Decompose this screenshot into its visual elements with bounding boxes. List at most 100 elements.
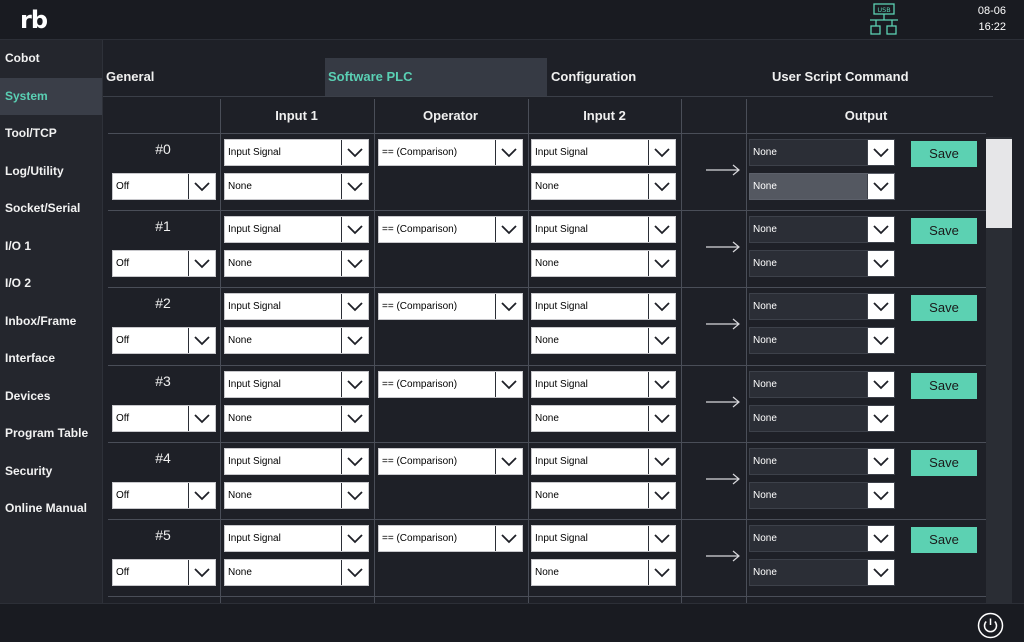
chevron-down-icon[interactable]: [867, 526, 894, 551]
operator-select[interactable]: == (Comparison): [378, 139, 523, 166]
input1-value-select[interactable]: None: [224, 405, 369, 432]
chevron-down-icon[interactable]: [648, 174, 675, 199]
chevron-down-icon[interactable]: [495, 294, 522, 319]
input1-value-select[interactable]: None: [224, 482, 369, 509]
chevron-down-icon[interactable]: [648, 560, 675, 585]
enable-select[interactable]: Off: [112, 559, 216, 586]
chevron-down-icon[interactable]: [495, 449, 522, 474]
chevron-down-icon[interactable]: [648, 328, 675, 353]
enable-select[interactable]: Off: [112, 482, 216, 509]
save-button[interactable]: Save: [911, 373, 977, 399]
chevron-down-icon[interactable]: [495, 217, 522, 242]
chevron-down-icon[interactable]: [341, 526, 368, 551]
save-button[interactable]: Save: [911, 218, 977, 244]
enable-select[interactable]: Off: [112, 405, 216, 432]
input2-type-select[interactable]: Input Signal: [531, 525, 676, 552]
operator-select[interactable]: == (Comparison): [378, 216, 523, 243]
tab-user-script-command[interactable]: User Script Command: [769, 58, 996, 96]
operator-select[interactable]: == (Comparison): [378, 293, 523, 320]
sidebar-item-socket-serial[interactable]: Socket/Serial: [0, 190, 102, 228]
power-icon[interactable]: [977, 612, 1004, 639]
chevron-down-icon[interactable]: [341, 560, 368, 585]
chevron-down-icon[interactable]: [648, 526, 675, 551]
chevron-down-icon[interactable]: [867, 449, 894, 474]
input2-type-select[interactable]: Input Signal: [531, 216, 676, 243]
sidebar-item-system[interactable]: System: [0, 77, 102, 115]
input2-value-select[interactable]: None: [531, 482, 676, 509]
scrollbar-thumb[interactable]: [986, 139, 1012, 228]
sidebar-item-io1[interactable]: I/O 1: [0, 228, 102, 266]
input2-type-select[interactable]: Input Signal: [531, 448, 676, 475]
input1-value-select[interactable]: None: [224, 559, 369, 586]
sidebar-item-log-utility[interactable]: Log/Utility: [0, 153, 102, 191]
input1-type-select[interactable]: Input Signal: [224, 139, 369, 166]
save-button[interactable]: Save: [911, 295, 977, 321]
chevron-down-icon[interactable]: [188, 174, 215, 199]
chevron-down-icon[interactable]: [341, 372, 368, 397]
chevron-down-icon[interactable]: [341, 449, 368, 474]
chevron-down-icon[interactable]: [867, 140, 894, 165]
input2-type-select[interactable]: Input Signal: [531, 139, 676, 166]
chevron-down-icon[interactable]: [648, 372, 675, 397]
chevron-down-icon[interactable]: [495, 372, 522, 397]
chevron-down-icon[interactable]: [867, 294, 894, 319]
chevron-down-icon[interactable]: [188, 328, 215, 353]
sidebar-item-cobot[interactable]: Cobot: [0, 40, 102, 78]
tab-general[interactable]: General: [103, 58, 328, 96]
sidebar-item-interface[interactable]: Interface: [0, 340, 102, 378]
input1-type-select[interactable]: Input Signal: [224, 448, 369, 475]
chevron-down-icon[interactable]: [188, 251, 215, 276]
operator-select[interactable]: == (Comparison): [378, 525, 523, 552]
enable-select[interactable]: Off: [112, 250, 216, 277]
output-type-select[interactable]: None: [749, 448, 895, 475]
output-value-select[interactable]: None: [749, 405, 895, 432]
input2-value-select[interactable]: None: [531, 173, 676, 200]
chevron-down-icon[interactable]: [867, 406, 894, 431]
tab-software-plc[interactable]: Software PLC: [325, 58, 547, 96]
input1-value-select[interactable]: None: [224, 173, 369, 200]
chevron-down-icon[interactable]: [867, 560, 894, 585]
operator-select[interactable]: == (Comparison): [378, 371, 523, 398]
chevron-down-icon[interactable]: [867, 251, 894, 276]
save-button[interactable]: Save: [911, 141, 977, 167]
chevron-down-icon[interactable]: [495, 526, 522, 551]
chevron-down-icon[interactable]: [188, 560, 215, 585]
sidebar-item-tool-tcp[interactable]: Tool/TCP: [0, 115, 102, 153]
chevron-down-icon[interactable]: [648, 251, 675, 276]
chevron-down-icon[interactable]: [341, 294, 368, 319]
input2-value-select[interactable]: None: [531, 405, 676, 432]
output-value-select[interactable]: None: [749, 250, 895, 277]
output-type-select[interactable]: None: [749, 139, 895, 166]
output-value-select[interactable]: None: [749, 559, 895, 586]
chevron-down-icon[interactable]: [648, 406, 675, 431]
chevron-down-icon[interactable]: [648, 483, 675, 508]
enable-select[interactable]: Off: [112, 327, 216, 354]
save-button[interactable]: Save: [911, 527, 977, 553]
chevron-down-icon[interactable]: [648, 449, 675, 474]
chevron-down-icon[interactable]: [867, 174, 894, 199]
chevron-down-icon[interactable]: [341, 406, 368, 431]
input2-value-select[interactable]: None: [531, 327, 676, 354]
input2-type-select[interactable]: Input Signal: [531, 371, 676, 398]
sidebar-item-io2[interactable]: I/O 2: [0, 265, 102, 303]
tab-configuration[interactable]: Configuration: [548, 58, 771, 96]
chevron-down-icon[interactable]: [341, 217, 368, 242]
chevron-down-icon[interactable]: [867, 372, 894, 397]
chevron-down-icon[interactable]: [341, 174, 368, 199]
chevron-down-icon[interactable]: [341, 328, 368, 353]
input1-type-select[interactable]: Input Signal: [224, 371, 369, 398]
chevron-down-icon[interactable]: [867, 483, 894, 508]
chevron-down-icon[interactable]: [341, 483, 368, 508]
chevron-down-icon[interactable]: [341, 140, 368, 165]
sidebar-item-security[interactable]: Security: [0, 453, 102, 491]
input1-value-select[interactable]: None: [224, 250, 369, 277]
chevron-down-icon[interactable]: [495, 140, 522, 165]
save-button[interactable]: Save: [911, 450, 977, 476]
input1-type-select[interactable]: Input Signal: [224, 525, 369, 552]
output-type-select[interactable]: None: [749, 525, 895, 552]
chevron-down-icon[interactable]: [188, 483, 215, 508]
chevron-down-icon[interactable]: [188, 406, 215, 431]
input1-value-select[interactable]: None: [224, 327, 369, 354]
output-value-select[interactable]: None: [749, 327, 895, 354]
input2-value-select[interactable]: None: [531, 250, 676, 277]
